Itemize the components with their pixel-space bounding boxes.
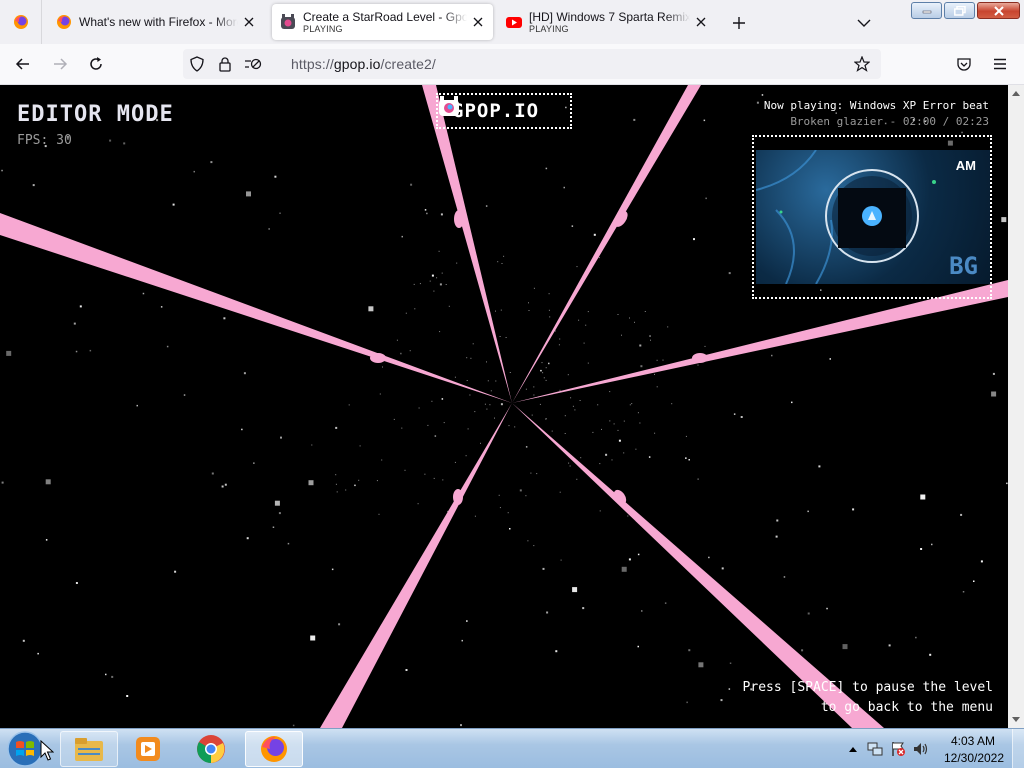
gpop-logo[interactable]: GPOP.IO [436, 93, 572, 129]
song-progress: Broken glazier - 02:00 / 02:23 [790, 115, 989, 128]
taskbar-chrome[interactable] [182, 731, 240, 767]
arrow-down-icon [1012, 717, 1020, 722]
beam [422, 85, 512, 403]
tab-sparta-remix[interactable]: [HD] Windows 7 Sparta Remix ( PLAYING [498, 4, 716, 40]
plus-icon [733, 17, 745, 29]
action-center-icon[interactable] [890, 741, 906, 757]
menu-hint: to go back to the menu [820, 700, 993, 715]
bookmark-star-button[interactable] [850, 52, 874, 76]
start-button[interactable] [5, 730, 45, 768]
app-menu-button[interactable] [988, 52, 1012, 76]
minimize-icon [922, 10, 931, 13]
file-explorer-icon [75, 738, 103, 761]
tab-bar: What's new with Firefox - More Create a … [0, 0, 1024, 44]
gpop-cat-icon [439, 96, 459, 116]
beam [0, 213, 512, 403]
tab-starroad-level[interactable]: Create a StarRoad Level - Gpop PLAYING [272, 4, 493, 40]
chevron-down-icon [857, 19, 871, 27]
tab-whats-new[interactable]: What's new with Firefox - More [48, 4, 264, 40]
permissions-icon[interactable] [241, 52, 265, 76]
restore-button[interactable] [944, 2, 975, 19]
windows-orb-icon [7, 731, 43, 767]
list-all-tabs-button[interactable] [853, 12, 875, 34]
page-scrollbar[interactable] [1008, 85, 1024, 728]
chrome-icon [197, 735, 225, 763]
clock-time[interactable]: 4:03 AM [949, 734, 997, 748]
taskbar-media-player[interactable] [119, 731, 177, 767]
pocket-button[interactable] [952, 52, 976, 76]
firefox-icon [56, 14, 72, 30]
lock-icon[interactable] [213, 52, 237, 76]
network-icon[interactable] [867, 741, 883, 757]
editor-mode-title: EDITOR MODE [17, 102, 174, 127]
youtube-icon [506, 14, 522, 30]
thumbnail-bg-mark: BG [949, 252, 978, 280]
hamburger-icon [994, 58, 1006, 70]
song-thumbnail-frame: AM BG [752, 135, 992, 299]
show-desktop-button[interactable] [1012, 729, 1024, 768]
arrow-up-icon [1012, 91, 1020, 96]
fps-counter: FPS: 30 [17, 133, 72, 148]
logo-text: GPOP.IO [452, 100, 540, 122]
media-player-icon [136, 737, 160, 761]
firefox-icon [261, 736, 287, 762]
pause-hint: Press [SPACE] to pause the level [742, 680, 993, 695]
navigation-bar: https://gpop.io/create2/ [0, 44, 1024, 85]
url-text: https://gpop.io/create2/ [291, 56, 436, 72]
tab-status: PLAYING [303, 24, 343, 34]
close-icon [993, 5, 1004, 16]
url-scheme: https:// [291, 56, 334, 72]
scroll-down-button[interactable] [1008, 712, 1024, 728]
taskbar: 4:03 AM 12/30/2022 [0, 728, 1024, 768]
show-hidden-icons-button[interactable] [845, 741, 861, 757]
address-bar[interactable]: https://gpop.io/create2/ [183, 49, 881, 79]
now-playing-label: Now playing: Windows XP Error beat [763, 99, 989, 112]
chevron-up-icon [849, 747, 857, 752]
star-icon [854, 56, 870, 72]
volume-icon[interactable] [913, 741, 929, 757]
taskbar-explorer[interactable] [60, 731, 118, 767]
forward-button[interactable] [48, 52, 72, 76]
tab-title: Create a StarRoad Level - Gpop [303, 10, 467, 24]
song-thumbnail: AM BG [756, 150, 990, 284]
game-canvas[interactable]: EDITOR MODE FPS: 30 GPOP.IO Now playing:… [0, 85, 1008, 728]
taskbar-firefox[interactable] [245, 731, 303, 767]
pocket-icon [957, 58, 971, 71]
beam-node [370, 353, 386, 363]
reload-button[interactable] [84, 52, 108, 76]
tab-status: PLAYING [529, 24, 569, 34]
beam-node [692, 353, 708, 363]
url-path: /create2/ [380, 56, 436, 72]
firefox-icon [13, 15, 28, 29]
tab-title: [HD] Windows 7 Sparta Remix ( [529, 10, 690, 24]
clock-date[interactable]: 12/30/2022 [942, 751, 1006, 765]
tracking-protection-icon[interactable] [185, 52, 209, 76]
tab-close-icon[interactable] [694, 15, 708, 29]
arrow-left-icon [15, 58, 29, 70]
firefox-view-button[interactable] [0, 0, 42, 44]
arrow-right-icon [54, 58, 68, 70]
reload-icon [90, 57, 102, 70]
thumbnail-am-mark: AM [955, 158, 976, 173]
mouse-cursor-icon [40, 740, 54, 761]
beam-node [453, 489, 463, 505]
beam-node [454, 210, 464, 228]
gpop-icon [280, 14, 296, 30]
tab-title: What's new with Firefox - More [79, 15, 238, 29]
close-window-button[interactable] [977, 2, 1020, 19]
minimize-button[interactable] [911, 2, 942, 19]
new-tab-button[interactable] [728, 12, 750, 34]
beam [320, 403, 512, 728]
restore-icon [953, 5, 966, 16]
tab-close-icon[interactable] [471, 15, 485, 29]
back-button[interactable] [11, 52, 35, 76]
window-controls [911, 2, 1020, 19]
scroll-up-button[interactable] [1008, 85, 1024, 101]
url-host: gpop.io [333, 56, 381, 72]
beam [512, 85, 701, 403]
tab-close-icon[interactable] [242, 15, 256, 29]
